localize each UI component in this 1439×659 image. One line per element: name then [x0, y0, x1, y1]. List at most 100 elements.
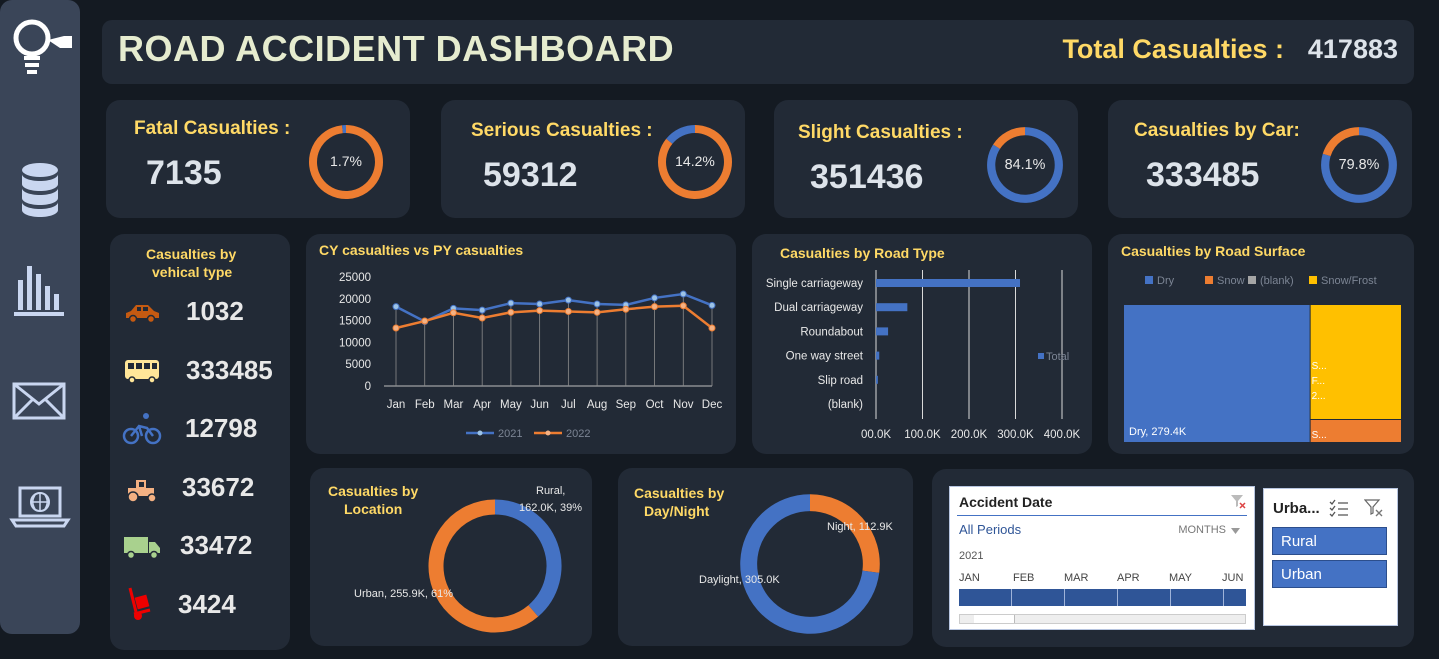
timeline-scrollbar[interactable]	[959, 614, 1246, 624]
x-tick-label: Jun	[530, 399, 549, 411]
urban-rural-slicer[interactable]: Urba... Rural Urban	[1263, 488, 1398, 626]
chevron-down-icon[interactable]	[1231, 528, 1240, 534]
series-line-2022	[395, 304, 713, 330]
vehicle-value-bicycle: 12798	[185, 413, 258, 443]
category-label: Slip road	[818, 375, 863, 387]
timeline-month[interactable]: FEB	[1013, 572, 1034, 584]
kpi-donut-pct: 14.2%	[675, 153, 715, 169]
data-point	[593, 308, 601, 316]
category-label: One way street	[786, 351, 864, 363]
donut-remainder-arc	[1322, 127, 1360, 157]
total-casualties-label: Total Casualties :	[1062, 34, 1284, 64]
y-tick-label: 20000	[339, 294, 371, 306]
y-tick-label: 5000	[345, 359, 371, 371]
timeline-month[interactable]: APR	[1117, 572, 1140, 584]
kpi-donut: 1.7%	[309, 125, 383, 199]
line-chart-panel: CY casualties vs PY casualties 25000 2000…	[306, 234, 736, 454]
timeline-periods[interactable]: All Periods	[959, 522, 1021, 537]
rural-label-line1: Rural,	[536, 485, 566, 497]
timeline-bar[interactable]	[959, 589, 1246, 606]
kpi-donut: 14.2%	[658, 125, 732, 199]
data-point	[392, 303, 400, 311]
legend-swatch	[1038, 353, 1044, 359]
laptop-globe-icon[interactable]	[8, 476, 72, 540]
legend-swatch	[1145, 276, 1153, 284]
vehicle-value-car: 1032	[186, 296, 244, 326]
legend-marker	[545, 430, 551, 436]
timeline-level[interactable]: MONTHS	[1178, 524, 1226, 536]
data-point	[478, 314, 486, 322]
hand-truck-icon	[128, 587, 151, 620]
clear-filter-icon[interactable]	[1364, 499, 1384, 517]
filter-panel: Accident Date All Periods MONTHS 2021 JA…	[932, 469, 1414, 647]
location-donut	[428, 499, 562, 633]
urban-slicer-title: Urba...	[1273, 500, 1320, 517]
location-title-line1: Casualties by	[328, 483, 419, 499]
donut-remainder-arc	[993, 127, 1026, 150]
treemap-label-snow-frost: S...	[1312, 361, 1327, 372]
database-icon[interactable]	[8, 158, 72, 222]
timeline-title: Accident Date	[959, 494, 1053, 510]
vehicle-value-handtruck: 3424	[178, 589, 236, 619]
bicycle-icon	[122, 413, 162, 445]
treemap-label-snow-frost: 2...	[1312, 391, 1326, 402]
timeline-month[interactable]: MAR	[1064, 572, 1088, 584]
data-point	[593, 300, 601, 308]
timeline-month[interactable]: JAN	[959, 572, 980, 584]
kpi-label: Casualties by Car:	[1134, 120, 1300, 141]
kpi-value: 333485	[1146, 156, 1260, 194]
kpi-card-car: Casualties by Car: 333485 79.8%	[1108, 100, 1412, 218]
data-point	[536, 307, 544, 315]
x-tick-label: Dec	[702, 399, 723, 411]
data-point	[507, 308, 515, 316]
treemap-label-snow: S...	[1312, 430, 1327, 441]
legend-label: Total	[1046, 351, 1069, 363]
category-label: Single carriageway	[766, 278, 863, 290]
slicer-option-urban[interactable]: Urban	[1272, 560, 1387, 588]
treemap-label-dry: Dry, 279.4K	[1129, 426, 1187, 438]
kpi-donut: 84.1%	[987, 127, 1063, 203]
data-point	[708, 324, 716, 332]
kpi-card-slight: Slight Casualties : 351436 84.1%	[774, 100, 1078, 218]
y-tick-label: 25000	[339, 272, 371, 284]
legend-swatch	[1248, 276, 1256, 284]
daylight-label: Daylight, 305.0K	[699, 574, 780, 586]
x-tick-label: 400.0K	[1044, 429, 1081, 441]
y-tick-label: 0	[365, 381, 371, 393]
x-tick-label: Jan	[387, 399, 406, 411]
location-title-line2: Location	[344, 501, 403, 517]
x-tick-label: Jul	[561, 399, 576, 411]
location-panel: Casualties by Location Rural, 162.0K, 39…	[310, 468, 592, 646]
timeline-month[interactable]: JUN	[1222, 572, 1243, 584]
header: ROAD ACCIDENT DASHBOARD Total Casualties…	[102, 20, 1414, 84]
car-icon	[126, 305, 159, 324]
kpi-value: 351436	[810, 158, 924, 196]
x-tick-label: 200.0K	[951, 429, 988, 441]
donut-slice-night	[809, 494, 880, 573]
legend-label: Snow/Frost	[1321, 275, 1377, 287]
vehicle-title-line2: vehical type	[152, 264, 233, 280]
multi-select-icon[interactable]	[1329, 499, 1349, 517]
kpi-donut-pct: 79.8%	[1339, 157, 1380, 173]
bar-chart-icon[interactable]	[8, 258, 72, 322]
series-line-2021	[395, 292, 713, 323]
clear-filter-icon[interactable]	[1230, 493, 1246, 509]
daynight-title-line1: Casualties by	[634, 485, 725, 501]
lightbulb-icon[interactable]	[8, 14, 72, 78]
data-point	[564, 307, 572, 315]
data-point	[507, 299, 515, 307]
mail-icon[interactable]	[8, 368, 72, 432]
timeline-month[interactable]: MAY	[1169, 572, 1192, 584]
daynight-panel: Casualties by Day/Night Night, 112.9K Da…	[618, 468, 913, 646]
vehicle-value-bus: 333485	[186, 355, 273, 385]
timeline-slicer[interactable]: Accident Date All Periods MONTHS 2021 JA…	[949, 486, 1255, 630]
kpi-donut-pct: 1.7%	[330, 153, 362, 169]
treemap-cell-dry	[1124, 305, 1310, 442]
kpi-value: 7135	[146, 154, 222, 192]
x-tick-label: Oct	[646, 399, 665, 411]
slicer-option-rural[interactable]: Rural	[1272, 527, 1387, 555]
timeline-scroll-thumb[interactable]	[974, 615, 1015, 623]
kpi-value: 59312	[483, 156, 578, 194]
kpi-donut: 79.8%	[1321, 127, 1397, 203]
kpi-card-fatal: Fatal Casualties : 7135 1.7%	[106, 100, 410, 218]
